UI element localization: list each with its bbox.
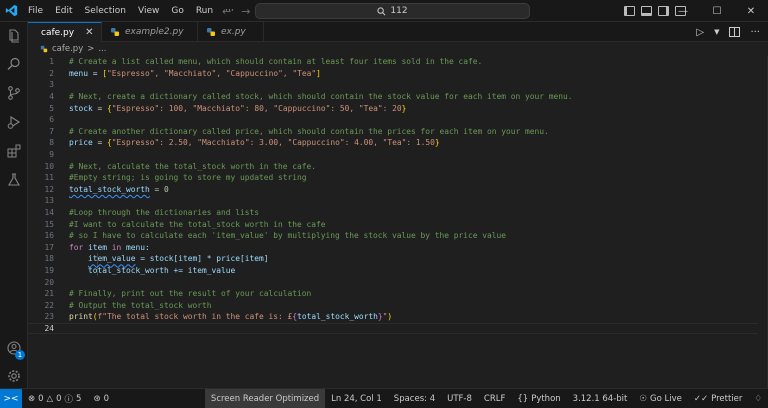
command-center-search[interactable]: 112 xyxy=(255,3,530,19)
breadcrumb: cafe.py > ... xyxy=(28,42,106,56)
tab-cafe-py[interactable]: cafe.py ✕ xyxy=(28,22,102,42)
tab-label: example2.py xyxy=(125,27,184,37)
tab-label: cafe.py xyxy=(41,27,75,38)
code-line: 13 xyxy=(44,196,54,206)
code-line: 21 # Finally, print out the result of you… xyxy=(44,289,312,299)
ports-indicator[interactable]: ⊛ 0 xyxy=(87,389,115,408)
code-line: 18 item_value = stock[item] * price[item] xyxy=(44,254,269,264)
menu-edit[interactable]: Edit xyxy=(49,0,78,22)
more-actions-button[interactable]: ··· xyxy=(750,27,760,38)
screen-reader-mode[interactable]: Screen Reader Optimized xyxy=(204,388,326,408)
current-code-line: 24 xyxy=(28,322,758,335)
source-control-icon[interactable] xyxy=(0,79,28,107)
menu-view[interactable]: View xyxy=(132,0,165,22)
menu-bar: File Edit Selection View Go Run ··· xyxy=(22,0,240,22)
breadcrumb-symbols[interactable]: ... xyxy=(98,44,106,54)
close-button[interactable]: ✕ xyxy=(734,6,768,17)
run-debug-icon[interactable] xyxy=(0,108,28,136)
file-encoding[interactable]: UTF-8 xyxy=(441,389,478,408)
manage-gear-icon[interactable] xyxy=(0,362,28,390)
tab-label: ex.py xyxy=(221,27,246,37)
explorer-icon[interactable] xyxy=(0,22,28,50)
forward-arrow-icon[interactable]: → xyxy=(241,5,250,18)
code-line: 6 xyxy=(49,115,54,125)
python-file-icon xyxy=(40,45,48,53)
code-line: 16 # so I have to calculate each 'item_va… xyxy=(44,231,507,241)
activity-bar: 1 xyxy=(0,22,28,388)
menu-run[interactable]: Run xyxy=(190,0,219,22)
code-editor[interactable]: 1 # Create a list called menu, which shou… xyxy=(28,56,768,388)
menu-go[interactable]: Go xyxy=(165,0,189,22)
accounts-icon[interactable]: 1 xyxy=(0,334,28,362)
broadcast-icon: ⊛ xyxy=(93,393,101,404)
python-file-icon xyxy=(207,28,215,36)
search-text: 112 xyxy=(390,6,408,16)
testing-flask-icon[interactable] xyxy=(0,166,28,194)
code-line: 4 # Next, create a dictionary called stoc… xyxy=(49,92,573,102)
title-bar: File Edit Selection View Go Run ··· ← → … xyxy=(0,0,768,22)
tab-example2-py[interactable]: example2.py xyxy=(102,22,198,42)
status-bar: >< ⊗ 0 △ 0 ⓘ 5 ⊛ 0 Screen Reader Optimized L… xyxy=(0,388,768,408)
split-editor-icon[interactable] xyxy=(729,27,741,37)
menu-selection[interactable]: Selection xyxy=(79,0,132,22)
editor-actions: ▷ ▼ ··· xyxy=(696,22,760,42)
code-line: 11 #Empty string; is going to store my up… xyxy=(44,173,307,183)
search-icon xyxy=(377,6,386,15)
code-line: 2 menu = ["Espresso", "Macchiato", "Cappu… xyxy=(49,68,321,78)
code-line: 17 for item in menu: xyxy=(44,242,150,252)
problems-indicator[interactable]: ⊗ 0 △ 0 ⓘ 5 xyxy=(22,389,87,408)
nav-arrows: ← → xyxy=(222,0,250,22)
extensions-icon[interactable] xyxy=(0,137,28,165)
double-check-icon: ✓✓ xyxy=(693,393,709,404)
back-arrow-icon[interactable]: ← xyxy=(222,5,231,18)
end-of-line[interactable]: CRLF xyxy=(478,389,511,408)
code-line: 22 # Output the total_stock worth xyxy=(44,300,212,310)
code-line: 9 xyxy=(49,150,54,160)
indentation[interactable]: Spaces: 4 xyxy=(388,389,441,408)
code-line: 3 xyxy=(49,80,54,90)
error-icon: ⊗ xyxy=(28,393,36,404)
go-live-button[interactable]: ☉ Go Live xyxy=(633,389,687,408)
toggle-primary-sidebar-icon[interactable] xyxy=(624,6,635,16)
code-line: 1 # Create a list called menu, which shou… xyxy=(49,57,483,67)
minimize-button[interactable]: — xyxy=(666,6,700,17)
python-interpreter[interactable]: 3.12.1 64-bit xyxy=(567,389,634,408)
breadcrumb-file[interactable]: cafe.py xyxy=(52,44,83,54)
warning-icon: △ xyxy=(46,393,54,404)
cursor-position[interactable]: Ln 24, Col 1 xyxy=(325,389,388,408)
code-line: 14 #Loop through the dictionaries and lis… xyxy=(44,208,260,218)
code-line: 23 print(f"The total stock worth in the c… xyxy=(44,312,393,322)
code-line: 20 xyxy=(44,277,54,287)
python-file-icon xyxy=(111,28,119,36)
run-dropdown-icon[interactable]: ▼ xyxy=(714,28,719,36)
maximize-button[interactable]: ☐ xyxy=(700,6,734,17)
info-icon: ⓘ xyxy=(64,394,74,405)
braces-icon: {} xyxy=(517,393,529,404)
broadcast-icon: ☉ xyxy=(639,393,647,404)
toggle-panel-icon[interactable] xyxy=(641,6,652,16)
notifications-bell-icon[interactable]: ♢ xyxy=(748,389,768,408)
language-mode[interactable]: {} Python xyxy=(511,389,566,408)
code-line: 12 total_stock_worth = 0 xyxy=(44,184,169,194)
code-line: 10 # Next, calculate the total_stock wort… xyxy=(44,161,317,171)
prettier-status[interactable]: ✓✓ Prettier xyxy=(688,389,749,408)
code-line: 5 stock = {"Espresso": 100, "Macchiato": … xyxy=(49,103,407,113)
code-line: 19 total_stock_worth += item_value xyxy=(44,266,236,276)
code-line: 7 # Create another dictionary called pric… xyxy=(49,126,549,136)
search-view-icon[interactable] xyxy=(0,50,28,78)
code-line: 15 #I want to calculate the total_stock w… xyxy=(44,219,326,229)
code-line: 8 price = {"Espresso": 2.50, "Macchiato":… xyxy=(49,138,440,148)
accounts-badge: 1 xyxy=(15,350,25,360)
window-controls: — ☐ ✕ xyxy=(666,0,768,22)
remote-indicator[interactable]: >< xyxy=(0,388,22,408)
run-python-button[interactable]: ▷ xyxy=(696,27,704,38)
tab-ex-py[interactable]: ex.py xyxy=(198,22,264,42)
editor-tab-bar: cafe.py ✕ example2.py ex.py ▷ ▼ ··· xyxy=(28,22,768,42)
breadcrumb-separator: > xyxy=(87,44,95,54)
tab-close-icon[interactable]: ✕ xyxy=(85,27,93,38)
vscode-logo-icon xyxy=(0,0,22,22)
menu-file[interactable]: File xyxy=(22,0,49,22)
